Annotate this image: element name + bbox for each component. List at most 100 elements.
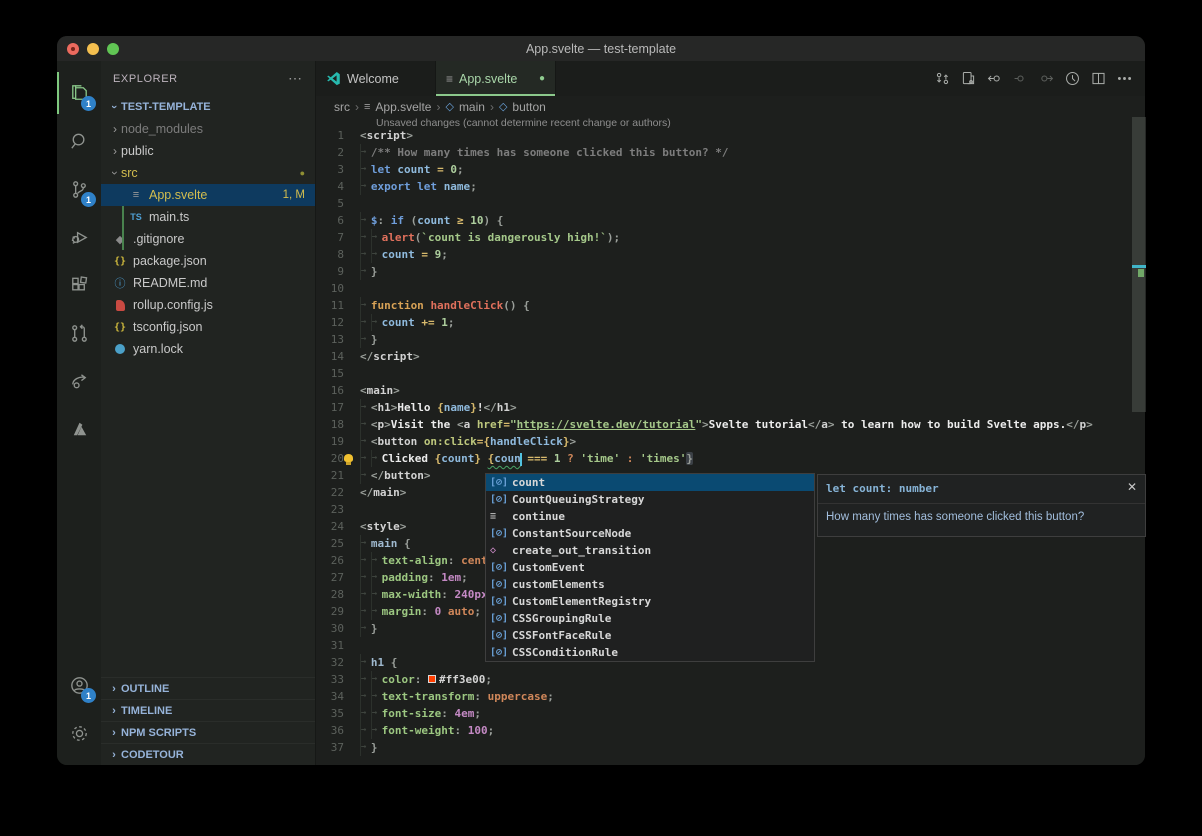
tree-item-main-ts[interactable]: TSmain.ts — [101, 206, 315, 228]
suggest-item-count[interactable]: [⊘]count — [486, 474, 814, 491]
breadcrumb-item[interactable]: main — [459, 100, 485, 114]
close-icon[interactable]: ✕ — [1127, 480, 1137, 494]
code-line[interactable]: 34→→text-transform: uppercase; — [316, 688, 1145, 705]
next-change-icon[interactable] — [1038, 70, 1055, 87]
azure-icon[interactable] — [57, 405, 101, 453]
tree-item-label: src — [121, 166, 138, 180]
code-line[interactable]: 9→} — [316, 263, 1145, 280]
search-icon[interactable] — [57, 117, 101, 165]
tree-item-public[interactable]: ›public — [101, 140, 315, 162]
section-timeline[interactable]: ›TIMELINE — [101, 699, 315, 721]
gitlens-compare-icon[interactable] — [934, 70, 951, 87]
code-line[interactable]: 5 — [316, 195, 1145, 212]
code-line[interactable]: 16<main> — [316, 382, 1145, 399]
tree-item-readme-md[interactable]: ⓘREADME.md — [101, 272, 315, 294]
symbol-variable-icon: [⊘] — [490, 559, 512, 576]
lightbulb-icon[interactable] — [344, 454, 353, 462]
codelens-unsaved-changes[interactable]: Unsaved changes (cannot determine recent… — [376, 117, 1145, 127]
tree-item-tsconfig-json[interactable]: {}tsconfig.json — [101, 316, 315, 338]
file-history-icon[interactable] — [1064, 70, 1081, 87]
code-line[interactable]: 13→} — [316, 331, 1145, 348]
suggest-item-cssgroupingrule[interactable]: [⊘]CSSGroupingRule — [486, 610, 814, 627]
sidebar-title: EXPLORER — [113, 73, 178, 85]
breadcrumb-item[interactable]: App.svelte — [375, 100, 431, 114]
modified-dot: ● — [539, 73, 545, 84]
suggest-item-cssconditionrule[interactable]: [⊘]CSSConditionRule — [486, 644, 814, 661]
code-line[interactable]: 14</script> — [316, 348, 1145, 365]
tree-item-src[interactable]: ›src ● — [101, 162, 315, 184]
code-line[interactable]: 6→$: if (count ≥ 10) { — [316, 212, 1145, 229]
code-line[interactable]: 15 — [316, 365, 1145, 382]
css-color-swatch[interactable] — [428, 675, 436, 683]
section-npm-scripts[interactable]: ›NPM SCRIPTS — [101, 721, 315, 743]
extensions-icon[interactable] — [57, 261, 101, 309]
explorer-icon[interactable]: 1 — [57, 69, 101, 117]
svelte-file-icon: ≡ — [446, 72, 453, 86]
suggest-item-label: CSSGroupingRule — [512, 610, 611, 627]
code-line[interactable]: 12→→count += 1; — [316, 314, 1145, 331]
code-line[interactable]: 4→export let name; — [316, 178, 1145, 195]
workspace-section-header[interactable]: › TEST-TEMPLATE — [101, 96, 315, 118]
github-pull-requests-icon[interactable] — [57, 309, 101, 357]
code-line[interactable]: 37→} — [316, 739, 1145, 756]
folder-modified-dot: ● — [300, 168, 315, 178]
yarn-icon — [113, 344, 127, 354]
suggest-item-label: CustomEvent — [512, 559, 585, 576]
suggest-item-cssfontfacerule[interactable]: [⊘]CSSFontFaceRule — [486, 627, 814, 644]
live-share-icon[interactable] — [57, 357, 101, 405]
current-change-icon[interactable] — [1012, 70, 1029, 87]
tab-app-svelte[interactable]: ≡ App.svelte ● — [436, 61, 556, 96]
tree-item-node-modules[interactable]: ›node_modules — [101, 118, 315, 140]
tree-item-package-json[interactable]: {}package.json — [101, 250, 315, 272]
sidebar-more-actions-icon[interactable]: ⋯ — [288, 70, 303, 87]
breadcrumb-item[interactable]: src — [334, 100, 350, 114]
tree-item-rollup-config-js[interactable]: rollup.config.js — [101, 294, 315, 316]
suggest-item-continue[interactable]: ≡continue — [486, 508, 814, 525]
code-line[interactable]: 7→→alert(`count is dangerously high!`); — [316, 229, 1145, 246]
suggest-item-create_out_transition[interactable]: ◇create_out_transition — [486, 542, 814, 559]
more-actions-icon[interactable] — [1116, 70, 1133, 87]
tree-item-yarn-lock[interactable]: yarn.lock — [101, 338, 315, 360]
chevron-down-icon: › — [108, 167, 122, 179]
line-number: 33 — [316, 671, 360, 688]
line-number: 6 — [316, 212, 360, 229]
tree-item--gitignore[interactable]: ◆.gitignore — [101, 228, 315, 250]
code-line[interactable]: 3→let count = 0; — [316, 161, 1145, 178]
breadcrumb-item[interactable]: button — [512, 100, 545, 114]
code-line[interactable]: 20→→Clicked {count} {coun === 1 ? 'time'… — [316, 450, 1145, 467]
section-outline[interactable]: ›OUTLINE — [101, 677, 315, 699]
suggest-item-countqueuingstrategy[interactable]: [⊘]CountQueuingStrategy — [486, 491, 814, 508]
braces-icon: {} — [113, 322, 127, 333]
code-line[interactable]: 18→<p>Visit the <a href="https://svelte.… — [316, 416, 1145, 433]
code-line[interactable]: 35→→font-size: 4em; — [316, 705, 1145, 722]
suggest-item-constantsourcenode[interactable]: [⊘]ConstantSourceNode — [486, 525, 814, 542]
previous-change-icon[interactable] — [986, 70, 1003, 87]
code-line[interactable]: 11→function handleClick() { — [316, 297, 1145, 314]
source-control-icon[interactable]: 1 — [57, 165, 101, 213]
tree-item-app-svelte[interactable]: ≡App.svelte1, M — [101, 184, 315, 206]
chevron-down-icon: › — [108, 100, 120, 114]
suggest-item-customevent[interactable]: [⊘]CustomEvent — [486, 559, 814, 576]
code-line[interactable]: 8→→count = 9; — [316, 246, 1145, 263]
suggest-item-customelements[interactable]: [⊘]customElements — [486, 576, 814, 593]
tree-item-label: rollup.config.js — [133, 298, 213, 312]
suggest-item-customelementregistry[interactable]: [⊘]CustomElementRegistry — [486, 593, 814, 610]
code-line[interactable]: 2→/** How many times has someone clicked… — [316, 144, 1145, 161]
file-tree: ›node_modules›public ›src ● ≡App.svelte1, M… — [101, 118, 315, 360]
suggest-item-label: create_out_transition — [512, 542, 651, 559]
code-line[interactable]: 33→→color: #ff3e00; — [316, 671, 1145, 688]
section-codetour[interactable]: ›CODETOUR — [101, 743, 315, 765]
open-changes-icon[interactable] — [960, 70, 977, 87]
suggest-item-label: continue — [512, 508, 565, 525]
code-line[interactable]: 19→<button on:click={handleClick}> — [316, 433, 1145, 450]
settings-gear-icon[interactable] — [57, 709, 101, 757]
code-line[interactable]: 36→→font-weight: 100; — [316, 722, 1145, 739]
code-line[interactable]: 10 — [316, 280, 1145, 297]
code-line[interactable]: 17→<h1>Hello {name}!</h1> — [316, 399, 1145, 416]
run-and-debug-icon[interactable] — [57, 213, 101, 261]
code-line[interactable]: 1<script> — [316, 127, 1145, 144]
split-editor-icon[interactable] — [1090, 70, 1107, 87]
tab-welcome[interactable]: Welcome — [316, 61, 436, 96]
code-editor[interactable]: Unsaved changes (cannot determine recent… — [316, 117, 1145, 765]
accounts-icon[interactable]: 1 — [57, 661, 101, 709]
